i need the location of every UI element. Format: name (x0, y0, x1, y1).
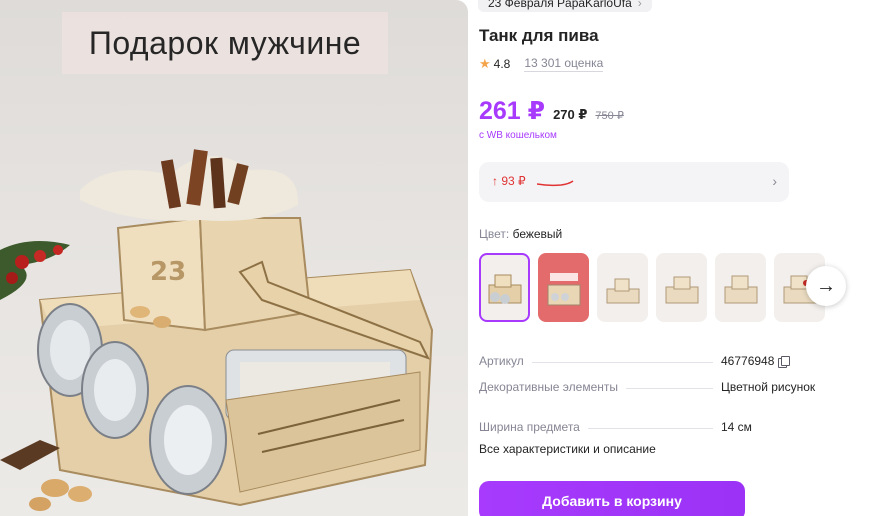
swatch-thumbnail (606, 278, 640, 304)
color-swatches (479, 253, 825, 322)
color-label: Цвет: бежевый (479, 227, 562, 241)
swatch-thumbnail (724, 275, 758, 304)
price-wallet: 261 ₽ (479, 97, 546, 125)
price-block: 261 ₽ 270 ₽ 750 ₽ (479, 96, 624, 126)
swatch-thumbnail (488, 274, 522, 304)
product-main-image[interactable]: 23 Подарок мужчине (0, 0, 468, 516)
spec-divider (587, 428, 713, 429)
swatch-2[interactable] (538, 253, 589, 322)
spec-row-article: Артикул 46776948 (479, 350, 824, 368)
breadcrumb-label: 23 Февраля PapaKarloUfa (488, 0, 632, 10)
spec-value: Цветной рисунок (721, 380, 816, 394)
swatch-thumbnail (547, 273, 581, 306)
copy-icon[interactable] (778, 355, 791, 368)
article-number: 46776948 (721, 354, 775, 368)
wallet-note[interactable]: с WB кошельком (479, 130, 557, 141)
spec-row-decor: Декоративные элементы Цветной рисунок (479, 376, 824, 394)
fir-branch-decoration (0, 241, 70, 300)
all-specs-link[interactable]: Все характеристики и описание (479, 442, 656, 456)
spec-key: Артикул (479, 354, 524, 368)
svg-text:23: 23 (150, 257, 186, 287)
price-old: 750 ₽ (595, 110, 624, 122)
price-history-panel[interactable]: ↑ 93 ₽ › (479, 162, 789, 202)
chevron-right-icon: › (637, 0, 642, 10)
swatch-thumbnail (665, 276, 699, 304)
product-rating: ★ 4.8 13 301 оценка (479, 56, 604, 72)
spec-key: Декоративные элементы (479, 380, 618, 394)
color-label-key: Цвет: (479, 227, 510, 241)
color-value: бежевый (512, 227, 563, 241)
image-caption: Подарок мужчине (62, 12, 388, 74)
star-icon: ★ (479, 56, 491, 71)
reviews-link[interactable]: 13 301 оценка (524, 56, 604, 72)
spec-divider (531, 362, 713, 363)
price-regular: 270 ₽ (553, 107, 588, 122)
swatch-1[interactable] (479, 253, 530, 322)
swatch-3[interactable] (597, 253, 648, 322)
price-delta: ↑ 93 ₽ (492, 174, 526, 188)
spec-row-width: Ширина предмета 14 см (479, 416, 824, 434)
add-to-cart-button[interactable]: Добавить в корзину (479, 481, 745, 516)
swatch-5[interactable] (715, 253, 766, 322)
chevron-right-icon: › (772, 173, 777, 189)
price-trend-icon (537, 180, 574, 187)
swatch-4[interactable] (656, 253, 707, 322)
spec-divider (625, 388, 713, 389)
rating-value: 4.8 (493, 57, 511, 71)
product-title: Танк для пива (479, 26, 599, 45)
spec-key: Ширина предмета (479, 420, 580, 434)
arrow-right-icon[interactable]: → (806, 266, 846, 306)
brand-breadcrumb[interactable]: 23 Февраля PapaKarloUfa › (478, 0, 652, 12)
spec-value: 14 см (721, 420, 752, 434)
spec-value: 46776948 (721, 354, 824, 368)
beer-tank-illustration: 23 (0, 149, 434, 511)
